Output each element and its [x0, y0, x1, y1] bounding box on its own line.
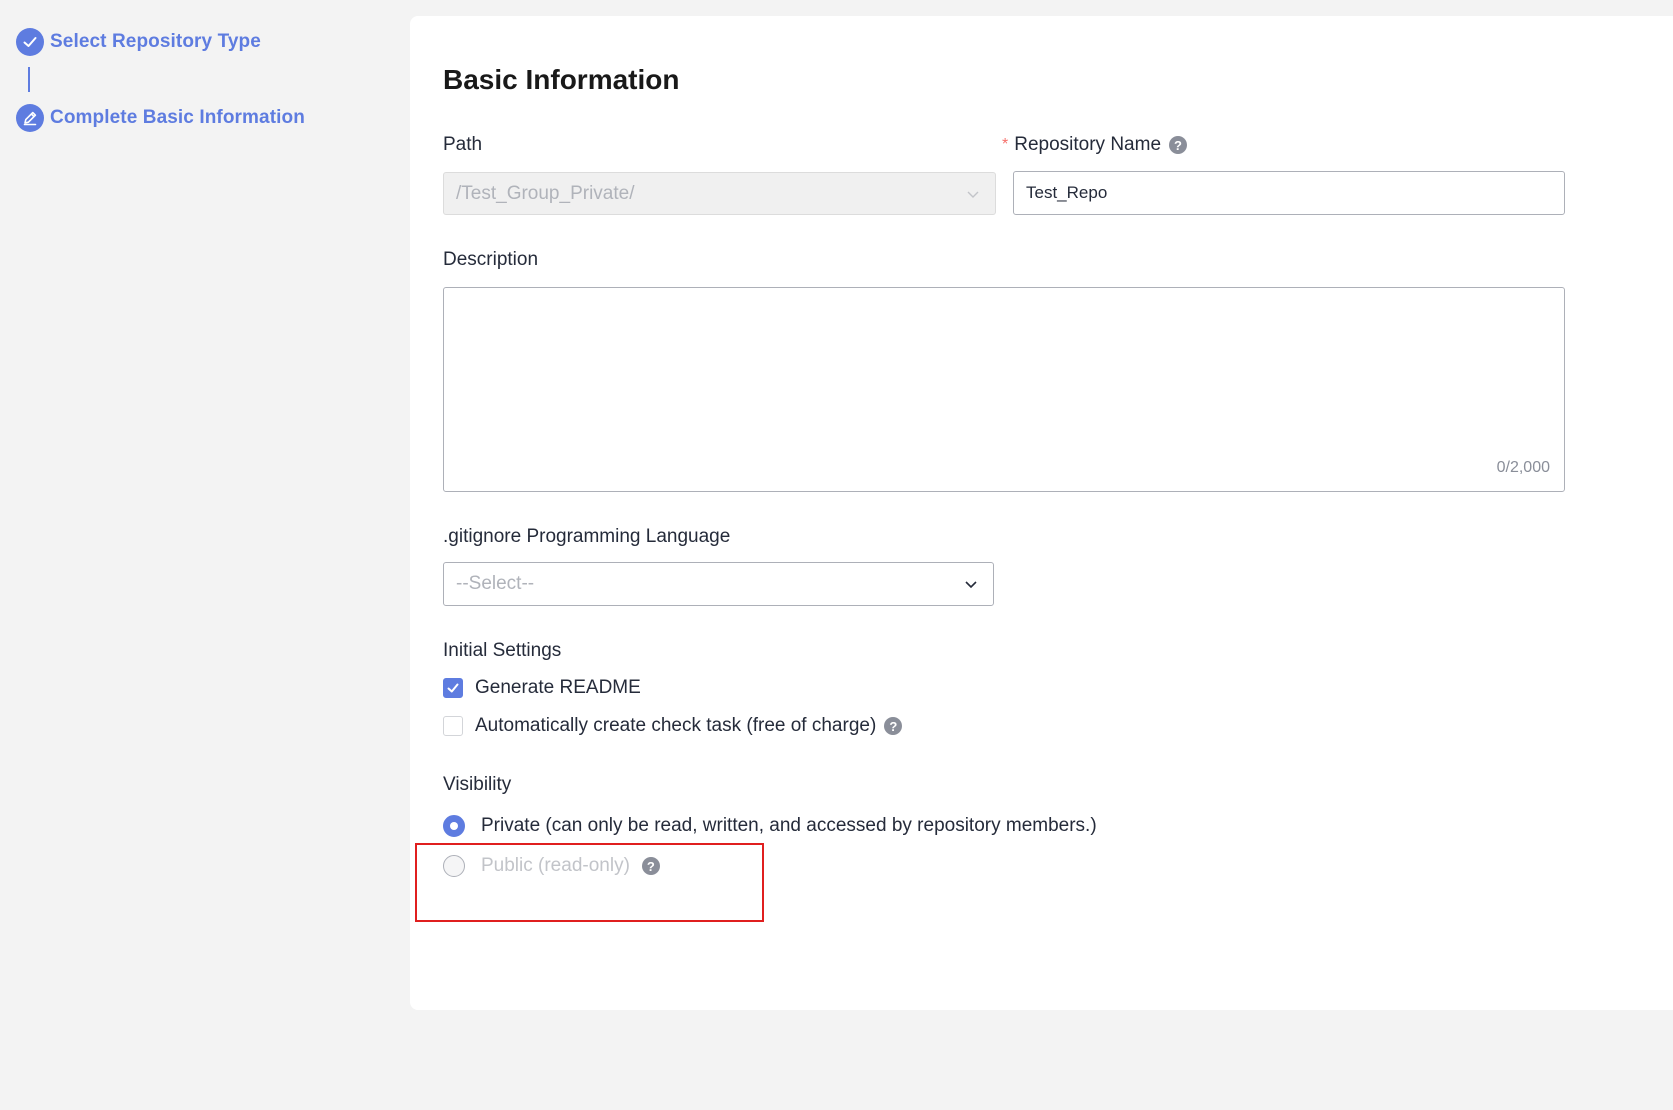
generate-readme-checkbox[interactable]: [443, 678, 463, 698]
page-title: Basic Information: [443, 64, 680, 95]
path-label-text: Path: [443, 134, 483, 155]
repository-name-value: Test_Repo: [1026, 183, 1108, 202]
visibility-private-option[interactable]: Private (can only be read, written, and …: [443, 815, 1097, 837]
help-icon[interactable]: ?: [1169, 136, 1188, 154]
basic-information-card: Basic Information Path /Test_Group_Priva…: [410, 16, 1673, 1010]
path-label: Path: [443, 134, 482, 156]
chevron-down-icon: [967, 191, 979, 198]
visibility-label: Visibility: [443, 774, 511, 796]
step-label: Select Repository Type: [50, 31, 261, 52]
gitignore-label-text: .gitignore Programming Language: [443, 526, 731, 547]
description-label: Description: [443, 249, 538, 271]
generate-readme-option[interactable]: Generate README: [443, 677, 641, 699]
step-connector: [28, 67, 30, 92]
required-mark: *: [1002, 136, 1009, 153]
check-icon: [16, 28, 44, 56]
auto-check-task-label: Automatically create check task (free of…: [475, 715, 877, 736]
repository-name-label-text: Repository Name: [1014, 134, 1162, 155]
generate-readme-label: Generate README: [475, 677, 641, 698]
edit-icon: [16, 104, 44, 132]
repository-name-label: * Repository Name ?: [1002, 134, 1188, 156]
public-radio-label: Public (read-only): [481, 855, 630, 876]
description-textarea[interactable]: 0/2,000: [443, 287, 1565, 492]
step-complete-basic-information[interactable]: Complete Basic Information: [16, 104, 305, 132]
auto-check-task-option[interactable]: Automatically create check task (free of…: [443, 715, 903, 737]
auto-check-task-checkbox[interactable]: [443, 716, 463, 736]
visibility-public-option[interactable]: Public (read-only) ?: [443, 855, 660, 877]
check-icon: [447, 683, 459, 693]
repository-name-input[interactable]: Test_Repo: [1013, 171, 1565, 215]
visibility-label-text: Visibility: [443, 774, 512, 795]
chevron-down-icon: [965, 581, 977, 589]
step-select-repository-type[interactable]: Select Repository Type: [16, 28, 261, 56]
gitignore-language-select[interactable]: --Select--: [443, 562, 994, 606]
initial-settings-label: Initial Settings: [443, 640, 561, 662]
character-counter: 0/2,000: [1496, 459, 1550, 476]
path-select[interactable]: /Test_Group_Private/: [443, 172, 996, 215]
gitignore-label: .gitignore Programming Language: [443, 526, 730, 548]
path-value: /Test_Group_Private/: [456, 182, 635, 204]
description-label-text: Description: [443, 249, 539, 270]
private-radio-label: Private (can only be read, written, and …: [481, 815, 1097, 836]
help-icon[interactable]: ?: [641, 857, 660, 875]
initial-settings-label-text: Initial Settings: [443, 640, 562, 661]
step-label: Complete Basic Information: [50, 107, 305, 128]
help-icon[interactable]: ?: [884, 717, 903, 735]
public-radio[interactable]: [443, 855, 465, 877]
private-radio[interactable]: [443, 815, 465, 837]
gitignore-placeholder: --Select--: [456, 573, 535, 594]
